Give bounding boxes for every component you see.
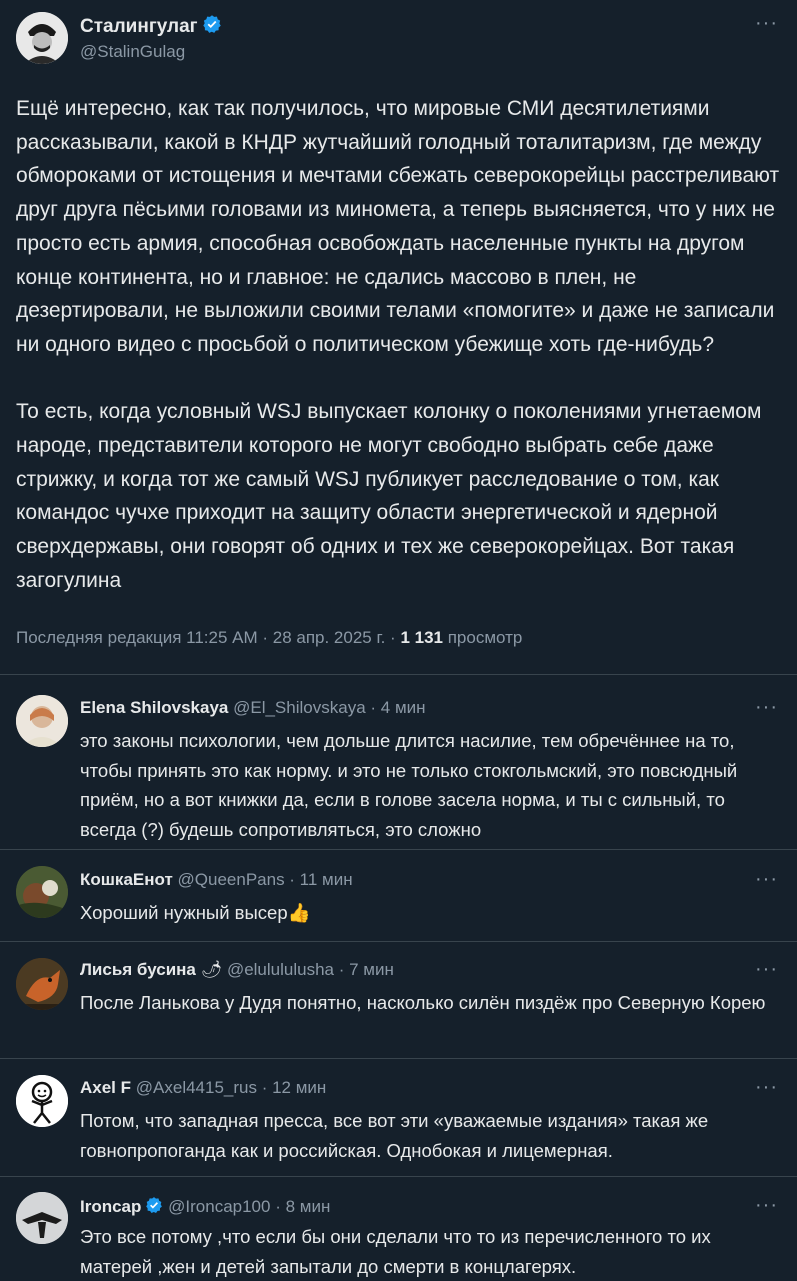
more-dots-icon[interactable]: ··· (755, 869, 778, 889)
views-count: 1 131 (400, 628, 443, 647)
reply-author-handle[interactable]: @Axel4415_rus (136, 1078, 257, 1097)
author-handle[interactable]: @StalinGulag (80, 42, 185, 62)
reply-time[interactable]: · 4 мин (366, 698, 425, 717)
avatar[interactable] (16, 866, 68, 918)
reply-header: Axel F @Axel4415_rus · 12 мин (80, 1078, 326, 1098)
name-emoji: 🌶 (200, 960, 223, 979)
reply-header: Ironcap @Ironcap100 · 8 мин (80, 1196, 330, 1219)
tweet-paragraph: Ещё интересно, как так получилось, что м… (16, 97, 780, 356)
reply-text: Хороший нужный высер👍 (80, 902, 311, 923)
reply-author-name[interactable]: Elena Shilovskaya (80, 698, 228, 717)
reply-text: Это все потому ,что если бы они сделали … (80, 1226, 711, 1277)
divider (0, 1176, 797, 1177)
reply-text: Потом, что западная пресса, все вот эти … (80, 1110, 709, 1161)
reply-text: это законы психологии, чем дольше длится… (80, 730, 738, 840)
divider (0, 941, 797, 942)
author-name-row: Сталингулаг (80, 14, 222, 40)
avatar[interactable] (16, 695, 68, 747)
reply-time[interactable]: · 11 мин (285, 870, 352, 889)
reply-time[interactable]: · 12 мин (257, 1078, 327, 1097)
reply-author-name[interactable]: Лисья бусина (80, 960, 196, 979)
more-dots-icon[interactable]: ··· (755, 959, 778, 979)
reply-author-handle[interactable]: @elulululusha (227, 960, 334, 979)
more-dots-icon[interactable]: ··· (755, 1077, 778, 1097)
reply-author-handle[interactable]: @Ironcap100 (168, 1197, 270, 1216)
more-dots-icon[interactable]: ··· (755, 1195, 778, 1215)
divider (0, 849, 797, 850)
reply-text: После Ланькова у Дудя понятно, насколько… (80, 992, 766, 1013)
avatar[interactable] (16, 1075, 68, 1127)
reply-time[interactable]: · 7 мин (334, 960, 394, 979)
reply-author-name[interactable]: Axel F (80, 1078, 131, 1097)
author-name[interactable]: Сталингулаг (80, 16, 198, 37)
verified-badge-icon (202, 14, 222, 40)
reply-author-name[interactable]: КошкаЕнот (80, 870, 173, 889)
divider (0, 1058, 797, 1059)
verified-badge-icon (145, 1196, 163, 1219)
reply-author-handle[interactable]: @QueenPans (178, 870, 285, 889)
avatar[interactable] (16, 1192, 68, 1244)
reply-header: Elena Shilovskaya @El_Shilovskaya · 4 ми… (80, 698, 426, 718)
tweet-timestamp[interactable]: Последняя редакция 11:25 AM · 28 апр. 20… (16, 628, 400, 647)
reply-time[interactable]: · 8 мин (270, 1197, 330, 1216)
views-label: просмотр (442, 628, 523, 647)
tweet-text: Ещё интересно, как так получилось, что м… (16, 92, 786, 598)
reply-author-name[interactable]: Ironcap (80, 1197, 141, 1216)
avatar[interactable] (16, 958, 68, 1010)
author-avatar[interactable] (16, 12, 68, 64)
reply-header: КошкаЕнот @QueenPans · 11 мин (80, 870, 353, 890)
reply-header: Лисья бусина 🌶 @elulululusha · 7 мин (80, 960, 394, 980)
reply-author-handle[interactable]: @El_Shilovskaya (233, 698, 366, 717)
more-dots-icon[interactable]: ··· (755, 697, 778, 717)
divider (0, 674, 797, 675)
tweet-meta: Последняя редакция 11:25 AM · 28 апр. 20… (16, 628, 522, 648)
tweet-paragraph: То есть, когда условный WSJ выпускает ко… (16, 400, 762, 592)
more-dots-icon[interactable]: ··· (755, 13, 778, 33)
